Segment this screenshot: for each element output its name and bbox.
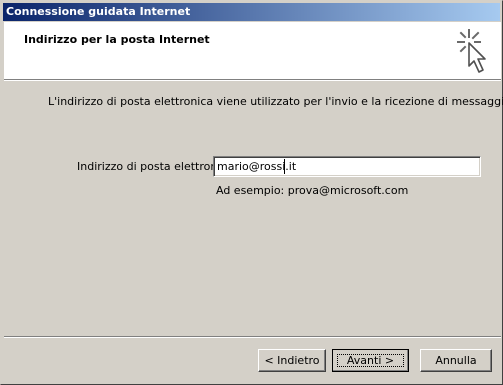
wizard-header: Indirizzo per la posta Internet xyxy=(4,22,501,79)
intro-text: L'indirizzo di posta elettronica viene u… xyxy=(48,95,503,108)
next-button-label: Avanti > xyxy=(346,354,395,367)
text-caret xyxy=(284,159,285,174)
next-button[interactable]: Avanti > xyxy=(332,349,409,372)
header-divider xyxy=(4,79,501,81)
cancel-button-label: Annulla xyxy=(435,354,477,367)
title-bar[interactable]: Connessione guidata Internet xyxy=(3,3,500,21)
wizard-cursor-sparkle-icon xyxy=(457,29,486,73)
wizard-window: Connessione guidata Internet Indirizzo p… xyxy=(0,0,503,385)
page-title: Indirizzo per la posta Internet xyxy=(24,33,210,46)
footer-divider xyxy=(4,336,501,338)
back-button[interactable]: < Indietro xyxy=(258,349,326,372)
window-title: Connessione guidata Internet xyxy=(6,5,191,18)
email-field[interactable] xyxy=(213,156,481,177)
back-button-label: < Indietro xyxy=(264,354,320,367)
email-example-text: Ad esempio: prova@microsoft.com xyxy=(216,184,409,197)
cancel-button[interactable]: Annulla xyxy=(420,349,492,372)
